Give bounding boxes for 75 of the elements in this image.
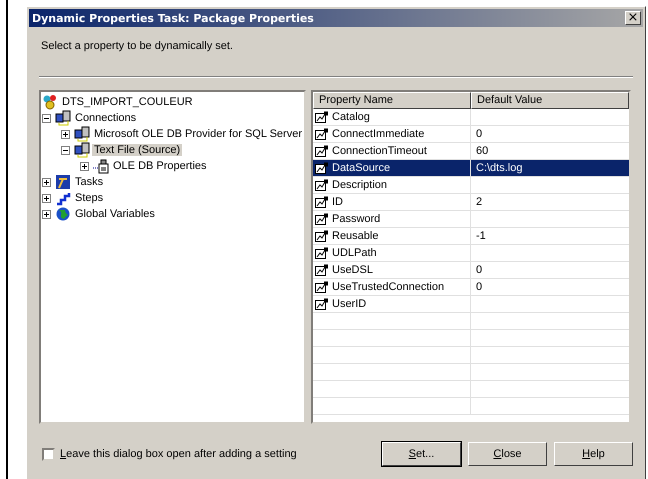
close-button[interactable]: × <box>625 11 641 25</box>
table-row[interactable]: ConnectImmediate 0 <box>313 126 629 143</box>
table-row[interactable]: Description <box>313 177 629 194</box>
tree-item[interactable]: Connections <box>73 112 138 124</box>
property-icon <box>315 111 329 123</box>
expand-icon[interactable] <box>42 178 51 186</box>
property-icon <box>315 213 329 225</box>
column-header[interactable]: Default Value <box>471 92 629 109</box>
tree-item[interactable]: Steps <box>73 192 106 204</box>
property-icon <box>315 145 329 157</box>
property-name: ID <box>332 196 343 208</box>
globe-icon <box>55 206 71 222</box>
property-name: UDLPath <box>332 247 377 259</box>
property-name: Reusable <box>332 230 378 242</box>
steps-icon <box>55 190 71 206</box>
property-name: Password <box>332 213 380 225</box>
table-row[interactable]: ID 2 <box>313 194 629 211</box>
property-name: ConnectImmediate <box>332 128 424 140</box>
dialog-button[interactable]: Close <box>468 442 547 466</box>
tree-item[interactable]: Global Variables <box>73 208 157 220</box>
dialog-button[interactable]: Help <box>554 442 633 466</box>
property-icon <box>315 298 329 310</box>
server-icon <box>55 110 71 126</box>
tree-item[interactable]: Tasks <box>73 176 106 188</box>
property-name: Catalog <box>332 111 370 123</box>
property-icon <box>315 264 329 276</box>
table-row[interactable]: Reusable -1 <box>313 228 629 245</box>
expand-icon[interactable] <box>42 194 51 202</box>
database-icon <box>93 158 109 174</box>
instruction-text: Select a property to be dynamically set. <box>41 40 234 52</box>
property-value: 0 <box>476 264 482 276</box>
server-icon <box>74 126 90 142</box>
server-icon <box>74 142 90 158</box>
expand-icon[interactable] <box>42 210 51 218</box>
property-icon <box>315 179 329 191</box>
tree-item[interactable]: DTS_IMPORT_COULEUR <box>60 96 195 108</box>
package-icon <box>42 94 58 110</box>
property-value: C:\dts.log <box>476 162 522 174</box>
property-name: ConnectionTimeout <box>332 145 427 157</box>
collapse-icon[interactable] <box>42 114 51 122</box>
dialog-button[interactable]: Set... <box>382 442 461 466</box>
table-row[interactable]: Catalog <box>313 109 629 126</box>
property-icon <box>315 247 329 259</box>
property-value: 2 <box>476 196 482 208</box>
tree-item[interactable]: Microsoft OLE DB Provider for SQL Server <box>92 128 304 140</box>
checkbox[interactable] <box>42 448 55 460</box>
checkbox-label[interactable]: Leave this dialog box open after adding a setting <box>60 448 297 460</box>
table-row[interactable]: UseDSL 0 <box>313 262 629 279</box>
property-icon <box>315 230 329 242</box>
property-name: Description <box>332 179 388 191</box>
tree-item[interactable]: Text File (Source) <box>92 144 182 156</box>
property-value: 60 <box>476 145 488 157</box>
collapse-icon[interactable] <box>61 146 70 154</box>
property-icon <box>315 196 329 208</box>
expand-icon[interactable] <box>80 162 89 170</box>
property-name: DataSource <box>332 162 390 174</box>
property-value: 0 <box>476 128 482 140</box>
property-name: UserID <box>332 298 366 310</box>
property-value: 0 <box>476 281 482 293</box>
property-name: UseTrustedConnection <box>332 281 444 293</box>
property-icon <box>315 281 329 293</box>
window-title: Dynamic Properties Task: Package Properties <box>32 12 314 24</box>
table-row[interactable]: UseTrustedConnection 0 <box>313 279 629 296</box>
column-header[interactable]: Property Name <box>313 92 471 109</box>
property-icon <box>315 162 329 174</box>
table-row[interactable]: UserID <box>313 296 629 313</box>
expand-icon[interactable] <box>61 130 70 138</box>
property-icon <box>315 128 329 140</box>
property-value: -1 <box>476 230 486 242</box>
tree-item[interactable]: OLE DB Properties <box>111 160 209 172</box>
table-row[interactable]: DataSource C:\dts.log <box>313 160 629 177</box>
tasks-icon <box>55 174 71 190</box>
table-row[interactable]: UDLPath <box>313 245 629 262</box>
property-name: UseDSL <box>332 264 373 276</box>
table-row[interactable]: Password <box>313 211 629 228</box>
